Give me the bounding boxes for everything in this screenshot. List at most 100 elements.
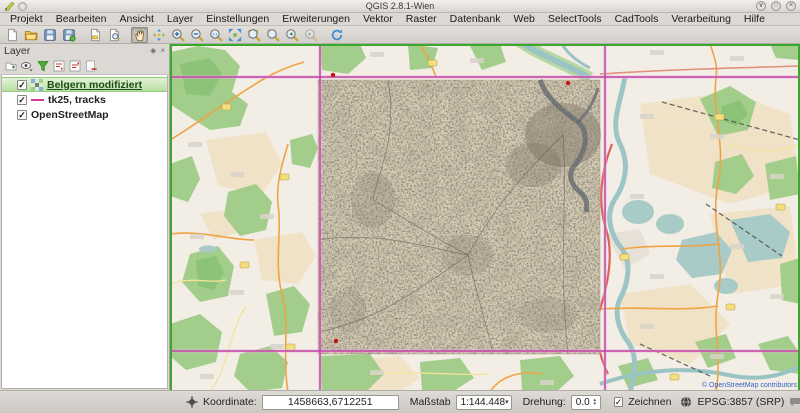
save-project-icon [43, 28, 57, 42]
svg-text:1:1: 1:1 [212, 31, 218, 36]
zoom-to-selection-icon [266, 28, 280, 42]
pan-to-selection-icon [152, 28, 166, 42]
minimize-button[interactable]: ∨ [756, 1, 766, 11]
menu-datenbank[interactable]: Datenbank [444, 13, 507, 25]
zoom-to-layer-icon [247, 28, 261, 42]
chevron-down-icon: ▾ [505, 398, 509, 406]
menu-selecttools[interactable]: SelectTools [542, 13, 608, 25]
layer-row-tk25[interactable]: ✓ tk25, tracks [2, 92, 167, 107]
coordinate-input[interactable] [262, 395, 399, 410]
remove-layer-button[interactable] [85, 60, 97, 72]
zoom-next-icon [304, 28, 318, 42]
pan-map-button[interactable] [131, 27, 148, 43]
menu-erweiterungen[interactable]: Erweiterungen [276, 13, 356, 25]
maximize-button[interactable]: ○ [771, 1, 781, 11]
new-composer-button[interactable] [86, 27, 103, 43]
add-group-button[interactable] [5, 60, 17, 72]
zoom-native-icon: 1:1 [209, 28, 223, 42]
panel-close-button[interactable]: × [160, 46, 165, 56]
visibility-eye-icon [21, 60, 33, 72]
menu-layer[interactable]: Layer [161, 13, 199, 25]
open-project-button[interactable] [22, 27, 39, 43]
tracking-icon[interactable] [186, 396, 198, 408]
layer-panel: Layer ◈ × [0, 44, 170, 390]
remove-layer-icon [85, 60, 97, 72]
scale-combobox[interactable]: 1:144.448 ▾ [456, 395, 512, 410]
main-toolbar: 1:1 [0, 26, 800, 44]
messages-bubble-icon[interactable] [789, 396, 800, 408]
composer-manager-button[interactable] [105, 27, 122, 43]
scale-value: 1:144.448 [461, 397, 506, 408]
rotation-spinbox[interactable]: 0.0 ▴ ▾ [571, 395, 601, 410]
open-project-icon [24, 28, 38, 42]
menu-hilfe[interactable]: Hilfe [738, 13, 771, 25]
layer-list: ✓ Belgern modifiziert ✓ tk25, tracks ✓ O… [1, 75, 168, 389]
zoom-next-button[interactable] [302, 27, 319, 43]
menu-vektor[interactable]: Vektor [357, 13, 399, 25]
menu-web[interactable]: Web [507, 13, 540, 25]
new-project-button[interactable] [3, 27, 20, 43]
composer-manager-icon [107, 28, 121, 42]
menu-raster[interactable]: Raster [400, 13, 443, 25]
zoom-native-button[interactable]: 1:1 [207, 27, 224, 43]
menu-ansicht[interactable]: Ansicht [113, 13, 159, 25]
window-title: QGIS 2.8.1-Wien [366, 1, 435, 11]
zoom-in-button[interactable] [169, 27, 186, 43]
crs-label[interactable]: EPSG:3857 (SRP) [697, 396, 784, 408]
menu-verarbeitung[interactable]: Verarbeitung [665, 13, 737, 25]
expand-all-button[interactable] [53, 60, 65, 72]
render-checkbox[interactable]: ✓ [614, 397, 624, 407]
map-render [170, 44, 800, 390]
zoom-full-icon [228, 28, 242, 42]
zoom-to-selection-button[interactable] [264, 27, 281, 43]
new-project-icon [5, 28, 19, 42]
layer-row-openstreetmap[interactable]: ✓ OpenStreetMap [2, 107, 167, 122]
collapse-all-icon [69, 60, 81, 72]
title-bar: QGIS 2.8.1-Wien ∨ ○ × [0, 0, 800, 13]
save-project-as-icon [62, 28, 76, 42]
panel-float-button[interactable]: ◈ [150, 46, 156, 56]
qgis-window: QGIS 2.8.1-Wien ∨ ○ × Projekt Bearbeiten… [0, 0, 800, 413]
filter-legend-button[interactable] [37, 60, 49, 72]
save-project-button[interactable] [41, 27, 58, 43]
layer-checkbox[interactable]: ✓ [17, 80, 27, 90]
layer-panel-toolbar [0, 58, 169, 75]
layer-panel-title: Layer [4, 45, 30, 57]
zoom-out-button[interactable] [188, 27, 205, 43]
map-canvas[interactable]: © OpenStreetMap contributors [170, 44, 800, 390]
menu-bar: Projekt Bearbeiten Ansicht Layer Einstel… [0, 13, 800, 26]
raster-thumbnail-icon [31, 79, 43, 91]
zoom-in-icon [171, 28, 185, 42]
layer-label: tk25, tracks [48, 94, 106, 106]
zoom-last-button[interactable] [283, 27, 300, 43]
expand-all-icon [53, 60, 65, 72]
filter-funnel-icon [37, 60, 49, 72]
zoom-to-layer-button[interactable] [245, 27, 262, 43]
window-menu-icon[interactable] [18, 2, 27, 11]
close-button[interactable]: × [786, 1, 796, 11]
zoom-out-icon [190, 28, 204, 42]
pan-map-icon [133, 28, 147, 42]
menu-cadtools[interactable]: CadTools [609, 13, 665, 25]
layer-checkbox[interactable]: ✓ [17, 95, 27, 105]
layer-row-belgern[interactable]: ✓ Belgern modifiziert [2, 77, 167, 92]
save-project-as-button[interactable] [60, 27, 77, 43]
coordinate-label: Koordinate: [203, 396, 257, 408]
scanned-map-layer [318, 80, 601, 354]
spin-down-icon[interactable]: ▾ [593, 402, 596, 406]
menu-projekt[interactable]: Projekt [4, 13, 49, 25]
manage-visibility-button[interactable] [21, 60, 33, 72]
zoom-full-button[interactable] [226, 27, 243, 43]
refresh-button[interactable] [328, 27, 345, 43]
status-bar: Koordinate: Maßstab 1:144.448 ▾ Drehung:… [0, 390, 800, 413]
menu-einstellungen[interactable]: Einstellungen [200, 13, 275, 25]
layer-checkbox[interactable]: ✓ [17, 110, 27, 120]
osm-attribution[interactable]: © OpenStreetMap contributors [702, 382, 797, 389]
crs-globe-icon[interactable] [680, 396, 692, 408]
pan-to-selection-button[interactable] [150, 27, 167, 43]
layer-label: Belgern modifiziert [47, 79, 142, 91]
menu-bearbeiten[interactable]: Bearbeiten [50, 13, 113, 25]
zoom-last-icon [285, 28, 299, 42]
collapse-all-button[interactable] [69, 60, 81, 72]
rotation-label: Drehung: [523, 396, 566, 408]
